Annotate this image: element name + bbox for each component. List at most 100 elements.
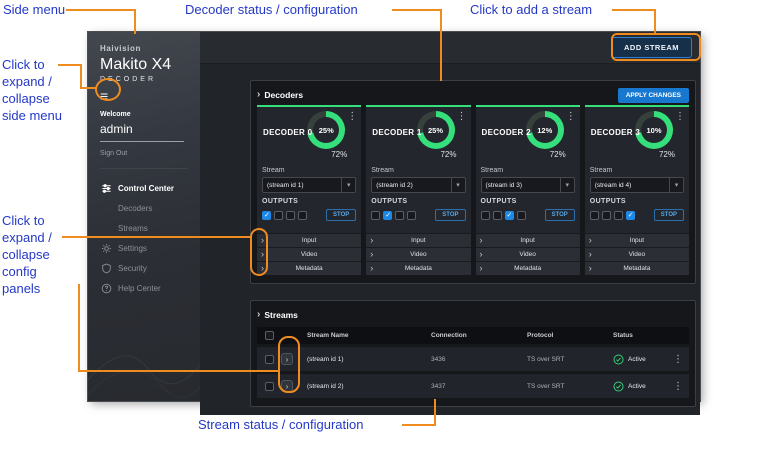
decoder-menu-icon[interactable]: ⋮ bbox=[457, 111, 467, 122]
output-checkbox[interactable] bbox=[493, 211, 502, 220]
sidebar-item-settings[interactable]: Settings bbox=[100, 238, 200, 258]
config-section-video[interactable]: ›Video bbox=[366, 247, 470, 261]
stream-select[interactable]: (stream id 4) ▾ bbox=[590, 177, 684, 193]
output-checkbox[interactable] bbox=[371, 211, 380, 220]
outputs-label: OUTPUTS bbox=[371, 198, 465, 205]
decoder-menu-icon[interactable]: ⋮ bbox=[675, 111, 685, 122]
annotation-stream-status: Stream status / configuration bbox=[198, 416, 363, 433]
decoder-card: ⋮ 25% DECODER 0 72% Stream (stream id 1) bbox=[257, 105, 361, 275]
row-checkbox[interactable] bbox=[265, 382, 274, 391]
stop-button[interactable]: STOP bbox=[545, 209, 575, 221]
output-checkbox[interactable] bbox=[590, 211, 599, 220]
config-section-input[interactable]: ›Input bbox=[476, 233, 580, 247]
expander-chevron-icon[interactable]: › bbox=[480, 250, 483, 259]
gauge-value: 25% bbox=[428, 126, 443, 135]
config-section-video[interactable]: › Video bbox=[585, 247, 689, 261]
select-all-checkbox[interactable] bbox=[265, 331, 274, 340]
output-checkbox[interactable] bbox=[481, 211, 490, 220]
connector-line bbox=[80, 87, 96, 89]
panel-expander-icon[interactable]: › bbox=[257, 310, 260, 320]
config-section-metadata[interactable]: ›Metadata bbox=[476, 261, 580, 275]
stream-select[interactable]: (stream id 3) ▾ bbox=[481, 177, 575, 193]
stop-button[interactable]: STOP bbox=[326, 209, 356, 221]
config-section-input[interactable]: ›Input bbox=[366, 233, 470, 247]
annotation-decoder-status: Decoder status / configuration bbox=[185, 1, 358, 18]
config-section-input[interactable]: ›Input bbox=[257, 233, 361, 247]
sidebar-item-security[interactable]: Security bbox=[100, 258, 200, 278]
output-checkbox[interactable] bbox=[286, 211, 295, 220]
highlight-box-add-stream bbox=[611, 33, 701, 61]
chevron-down-icon: ▾ bbox=[341, 178, 355, 192]
decoder-menu-icon[interactable]: ⋮ bbox=[566, 111, 576, 122]
expander-chevron-icon[interactable]: › bbox=[480, 264, 483, 273]
config-section-metadata[interactable]: ›Metadata bbox=[257, 261, 361, 275]
config-section-metadata[interactable]: ›Metadata bbox=[585, 261, 689, 275]
stream-label: Stream bbox=[262, 167, 356, 174]
sidebar-item-decoders[interactable]: Decoders bbox=[100, 198, 200, 218]
output-checkbox[interactable] bbox=[505, 211, 514, 220]
stream-protocol: TS over SRT bbox=[521, 383, 607, 390]
row-menu-icon[interactable]: ⋮ bbox=[673, 354, 689, 365]
row-menu-icon[interactable]: ⋮ bbox=[673, 381, 689, 392]
expander-chevron-icon[interactable]: › bbox=[589, 236, 592, 245]
expander-chevron-icon[interactable]: › bbox=[370, 236, 373, 245]
check-circle-icon bbox=[613, 381, 624, 392]
output-checkbox[interactable] bbox=[517, 211, 526, 220]
welcome-label: Welcome bbox=[100, 111, 200, 118]
app-window: Haivision Makito X4 DECODER ≡ Welcome ad… bbox=[88, 32, 700, 401]
panel-expander-icon[interactable]: › bbox=[257, 90, 260, 100]
section-label: Video bbox=[629, 251, 646, 258]
stream-connection: 3437 bbox=[425, 383, 521, 390]
expander-chevron-icon[interactable]: › bbox=[589, 250, 592, 259]
decoder-cards: ⋮ 25% DECODER 0 72% Stream (stream id 1) bbox=[257, 105, 689, 275]
streams-panel-title: Streams bbox=[264, 310, 298, 320]
config-section-metadata[interactable]: ›Metadata bbox=[366, 261, 470, 275]
config-section-input[interactable]: ›Input bbox=[585, 233, 689, 247]
decoder-load-gauge: 12% bbox=[526, 111, 564, 149]
output-checkbox[interactable] bbox=[262, 211, 271, 220]
apply-changes-button[interactable]: APPLY CHANGES bbox=[618, 88, 689, 103]
config-section-video[interactable]: ›Video bbox=[257, 247, 361, 261]
stream-select[interactable]: (stream id 1) ▾ bbox=[262, 177, 356, 193]
stop-button[interactable]: STOP bbox=[654, 209, 684, 221]
output-checkbox[interactable] bbox=[383, 211, 392, 220]
stream-select-value: (stream id 4) bbox=[595, 182, 631, 189]
row-checkbox[interactable] bbox=[265, 355, 274, 364]
gauge-value: 25% bbox=[319, 126, 334, 135]
gauge-value: 12% bbox=[537, 126, 552, 135]
stop-button[interactable]: STOP bbox=[435, 209, 465, 221]
highlight-circle-hamburger bbox=[95, 78, 121, 101]
config-sections: ›Input ›Video ›Metadata bbox=[476, 233, 580, 275]
column-header: Connection bbox=[425, 332, 521, 339]
output-checkbox[interactable] bbox=[274, 211, 283, 220]
menu-label: Decoders bbox=[118, 204, 152, 213]
streams-panel-header: › Streams bbox=[257, 305, 689, 325]
stream-select[interactable]: (stream id 2) ▾ bbox=[371, 177, 465, 193]
output-checkbox[interactable] bbox=[395, 211, 404, 220]
connector-line bbox=[78, 370, 280, 372]
expander-chevron-icon[interactable]: › bbox=[589, 264, 592, 273]
output-checkbox[interactable] bbox=[298, 211, 307, 220]
connector-line bbox=[62, 236, 252, 238]
sidebar-item-control-center[interactable]: Control Center bbox=[100, 178, 200, 198]
config-section-video[interactable]: ›Video bbox=[476, 247, 580, 261]
expander-chevron-icon[interactable]: › bbox=[480, 236, 483, 245]
output-checkbox[interactable] bbox=[626, 211, 635, 220]
buffer-percent: 72% bbox=[440, 150, 456, 159]
chevron-down-icon: ▾ bbox=[451, 178, 465, 192]
expander-chevron-icon[interactable]: › bbox=[370, 250, 373, 259]
output-checkbox[interactable] bbox=[407, 211, 416, 220]
sidebar-item-streams[interactable]: Streams bbox=[100, 218, 200, 238]
sign-out-link[interactable]: Sign Out bbox=[100, 150, 200, 157]
config-sections: ›Input › Video ›Metadata bbox=[585, 233, 689, 275]
decoder-name: DECODER 0 bbox=[263, 128, 312, 137]
decoders-panel-title: Decoders bbox=[264, 90, 303, 100]
annotation-expand-side-menu: Click to expand / collapse side menu bbox=[2, 56, 68, 124]
output-checkbox[interactable] bbox=[614, 211, 623, 220]
menu-label: Control Center bbox=[118, 184, 174, 193]
username: admin bbox=[100, 122, 184, 142]
output-checkbox[interactable] bbox=[602, 211, 611, 220]
decoder-menu-icon[interactable]: ⋮ bbox=[347, 111, 357, 122]
expander-chevron-icon[interactable]: › bbox=[370, 264, 373, 273]
annotated-screenshot-page: Side menu Decoder status / configuration… bbox=[0, 0, 767, 460]
